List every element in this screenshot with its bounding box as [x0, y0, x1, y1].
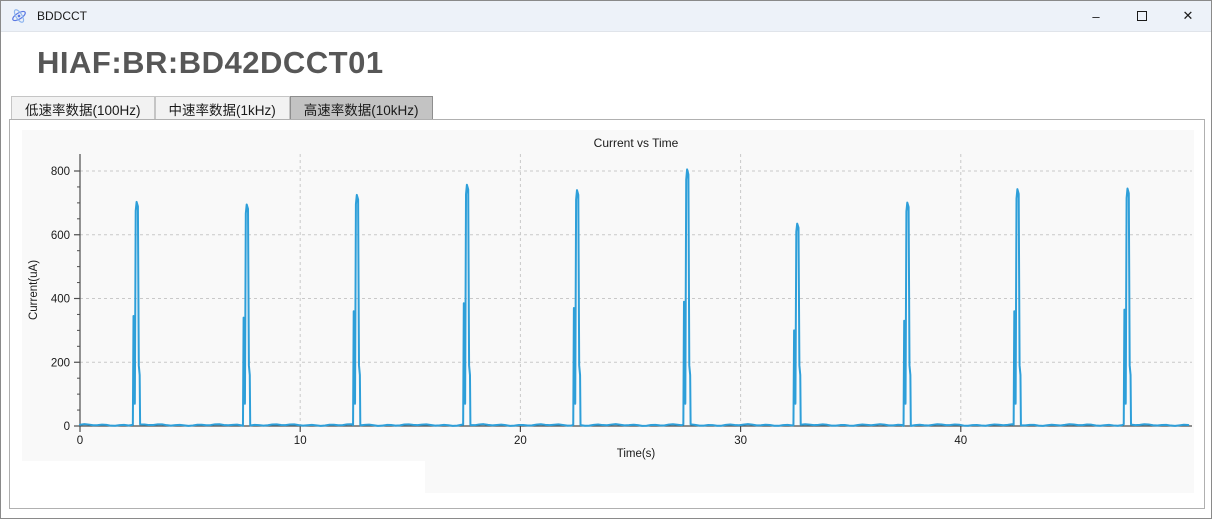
svg-text:0: 0	[64, 421, 70, 433]
tab-mid-rate[interactable]: 中速率数据(1kHz)	[155, 96, 290, 120]
svg-text:200: 200	[51, 357, 70, 369]
title-bar: BDDCCT – ✕	[1, 1, 1211, 32]
svg-text:40: 40	[954, 435, 967, 447]
app-window: BDDCCT – ✕ HIAF:BR:BD42DCCT01 低速率数据(100H…	[0, 0, 1212, 519]
tab-low-rate[interactable]: 低速率数据(100Hz)	[11, 96, 155, 120]
window-controls: – ✕	[1073, 1, 1211, 31]
svg-text:600: 600	[51, 230, 70, 242]
page-title: HIAF:BR:BD42DCCT01	[37, 45, 384, 81]
svg-text:20: 20	[514, 435, 527, 447]
svg-text:30: 30	[734, 435, 747, 447]
svg-text:0: 0	[77, 435, 83, 447]
svg-text:800: 800	[51, 166, 70, 178]
svg-text:10: 10	[294, 435, 307, 447]
x-axis-label: Time(s)	[80, 448, 1192, 460]
figure-blank-area	[22, 461, 425, 493]
maximize-icon	[1137, 11, 1147, 21]
app-atom-icon	[10, 7, 28, 25]
tab-content-panel: 0 200 400 600 800 0 10 20 30 40 Current vs Time C…	[9, 119, 1205, 509]
plot-canvas: 0 200 400 600 800 0 10 20 30 40	[22, 130, 1194, 493]
y-axis-label: Current(uA)	[28, 220, 40, 360]
tab-bar: 低速率数据(100Hz) 中速率数据(1kHz) 高速率数据(10kHz)	[11, 96, 433, 120]
window-title: BDDCCT	[37, 9, 87, 23]
chart-title: Current vs Time	[80, 136, 1192, 150]
svg-text:400: 400	[51, 294, 70, 306]
maximize-button[interactable]	[1119, 1, 1165, 31]
current-vs-time-chart: 0 200 400 600 800 0 10 20 30 40 Current vs Time C…	[22, 130, 1194, 493]
close-button[interactable]: ✕	[1165, 1, 1211, 31]
tab-high-rate[interactable]: 高速率数据(10kHz)	[290, 96, 433, 120]
minimize-button[interactable]: –	[1073, 1, 1119, 31]
